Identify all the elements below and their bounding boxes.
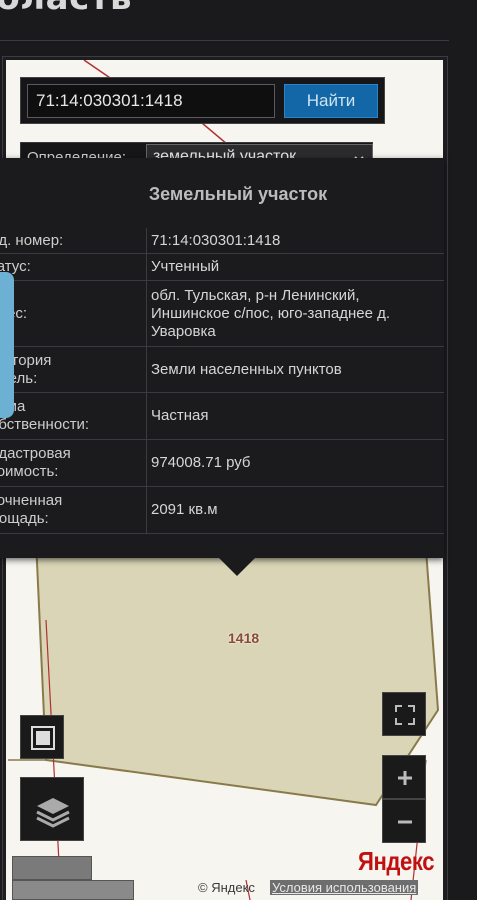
parcel-polygon[interactable] — [34, 538, 440, 807]
info-value: Земли населенных пунктов — [151, 360, 342, 378]
info-key: орма обственности: — [0, 398, 90, 433]
info-value: Частная — [151, 407, 209, 424]
ruler-button[interactable] — [20, 715, 64, 759]
fullscreen-icon — [395, 705, 415, 725]
info-value: Учтенный — [151, 258, 220, 275]
layers-button[interactable] — [20, 777, 84, 841]
square-icon — [31, 726, 55, 750]
info-value: 2091 кв.м — [151, 501, 218, 518]
info-row: орма обственности: Частная — [0, 393, 444, 440]
info-key: точненная лощадь: — [0, 492, 63, 527]
parcel-info-popup: Земельный участок ад. номер: 71:14:03030… — [0, 158, 444, 558]
minus-icon — [398, 820, 412, 824]
parcel-info-table: ад. номер: 71:14:030301:1418 татус: Учте… — [0, 228, 444, 534]
plus-icon — [398, 771, 412, 785]
cadastral-search-input[interactable] — [27, 84, 275, 118]
zoom-out-button[interactable] — [382, 799, 426, 843]
terms-of-use-link[interactable]: Условия использования — [270, 880, 419, 895]
map-tile-overlay — [12, 880, 134, 900]
map-tile-overlay — [12, 856, 92, 880]
info-row: адастровая тоимость: 974008.71 руб — [0, 440, 444, 487]
info-key: дрес: — [0, 281, 145, 346]
zoom-in-button[interactable] — [382, 755, 426, 799]
info-key: ад. номер: — [0, 231, 64, 249]
info-key: татус: — [0, 258, 31, 275]
info-key: адастровая тоимость: — [0, 445, 71, 480]
info-row: точненная лощадь: 2091 кв.м — [0, 487, 444, 534]
popup-title: Земельный участок — [148, 184, 328, 204]
info-key: атегория емель: — [0, 351, 52, 387]
heading-divider — [0, 40, 449, 41]
info-value: обл. Тульская, р-н Ленинский, Иншинское … — [151, 286, 391, 340]
info-row: ад. номер: 71:14:030301:1418 — [0, 228, 444, 254]
info-value: 71:14:030301:1418 — [151, 231, 281, 249]
copyright-text: © Яндекс — [198, 880, 255, 895]
page-heading: бласть — [0, 0, 132, 18]
info-row: татус: Учтенный — [0, 254, 444, 281]
info-row: атегория емель: Земли населенных пунктов — [0, 347, 444, 393]
yandex-logo: Яндекс — [358, 846, 435, 876]
info-value: 974008.71 руб — [151, 454, 251, 471]
find-button[interactable]: Найти — [284, 84, 378, 118]
fullscreen-button[interactable] — [382, 692, 426, 736]
info-row: дрес: обл. Тульская, р-н Ленинский, Инши… — [0, 281, 444, 347]
layers-icon — [36, 798, 70, 828]
search-bar: Найти — [20, 77, 385, 124]
popup-pointer — [219, 558, 255, 576]
parcel-label: 1418 — [228, 630, 260, 646]
side-panel-tab[interactable] — [0, 272, 14, 418]
